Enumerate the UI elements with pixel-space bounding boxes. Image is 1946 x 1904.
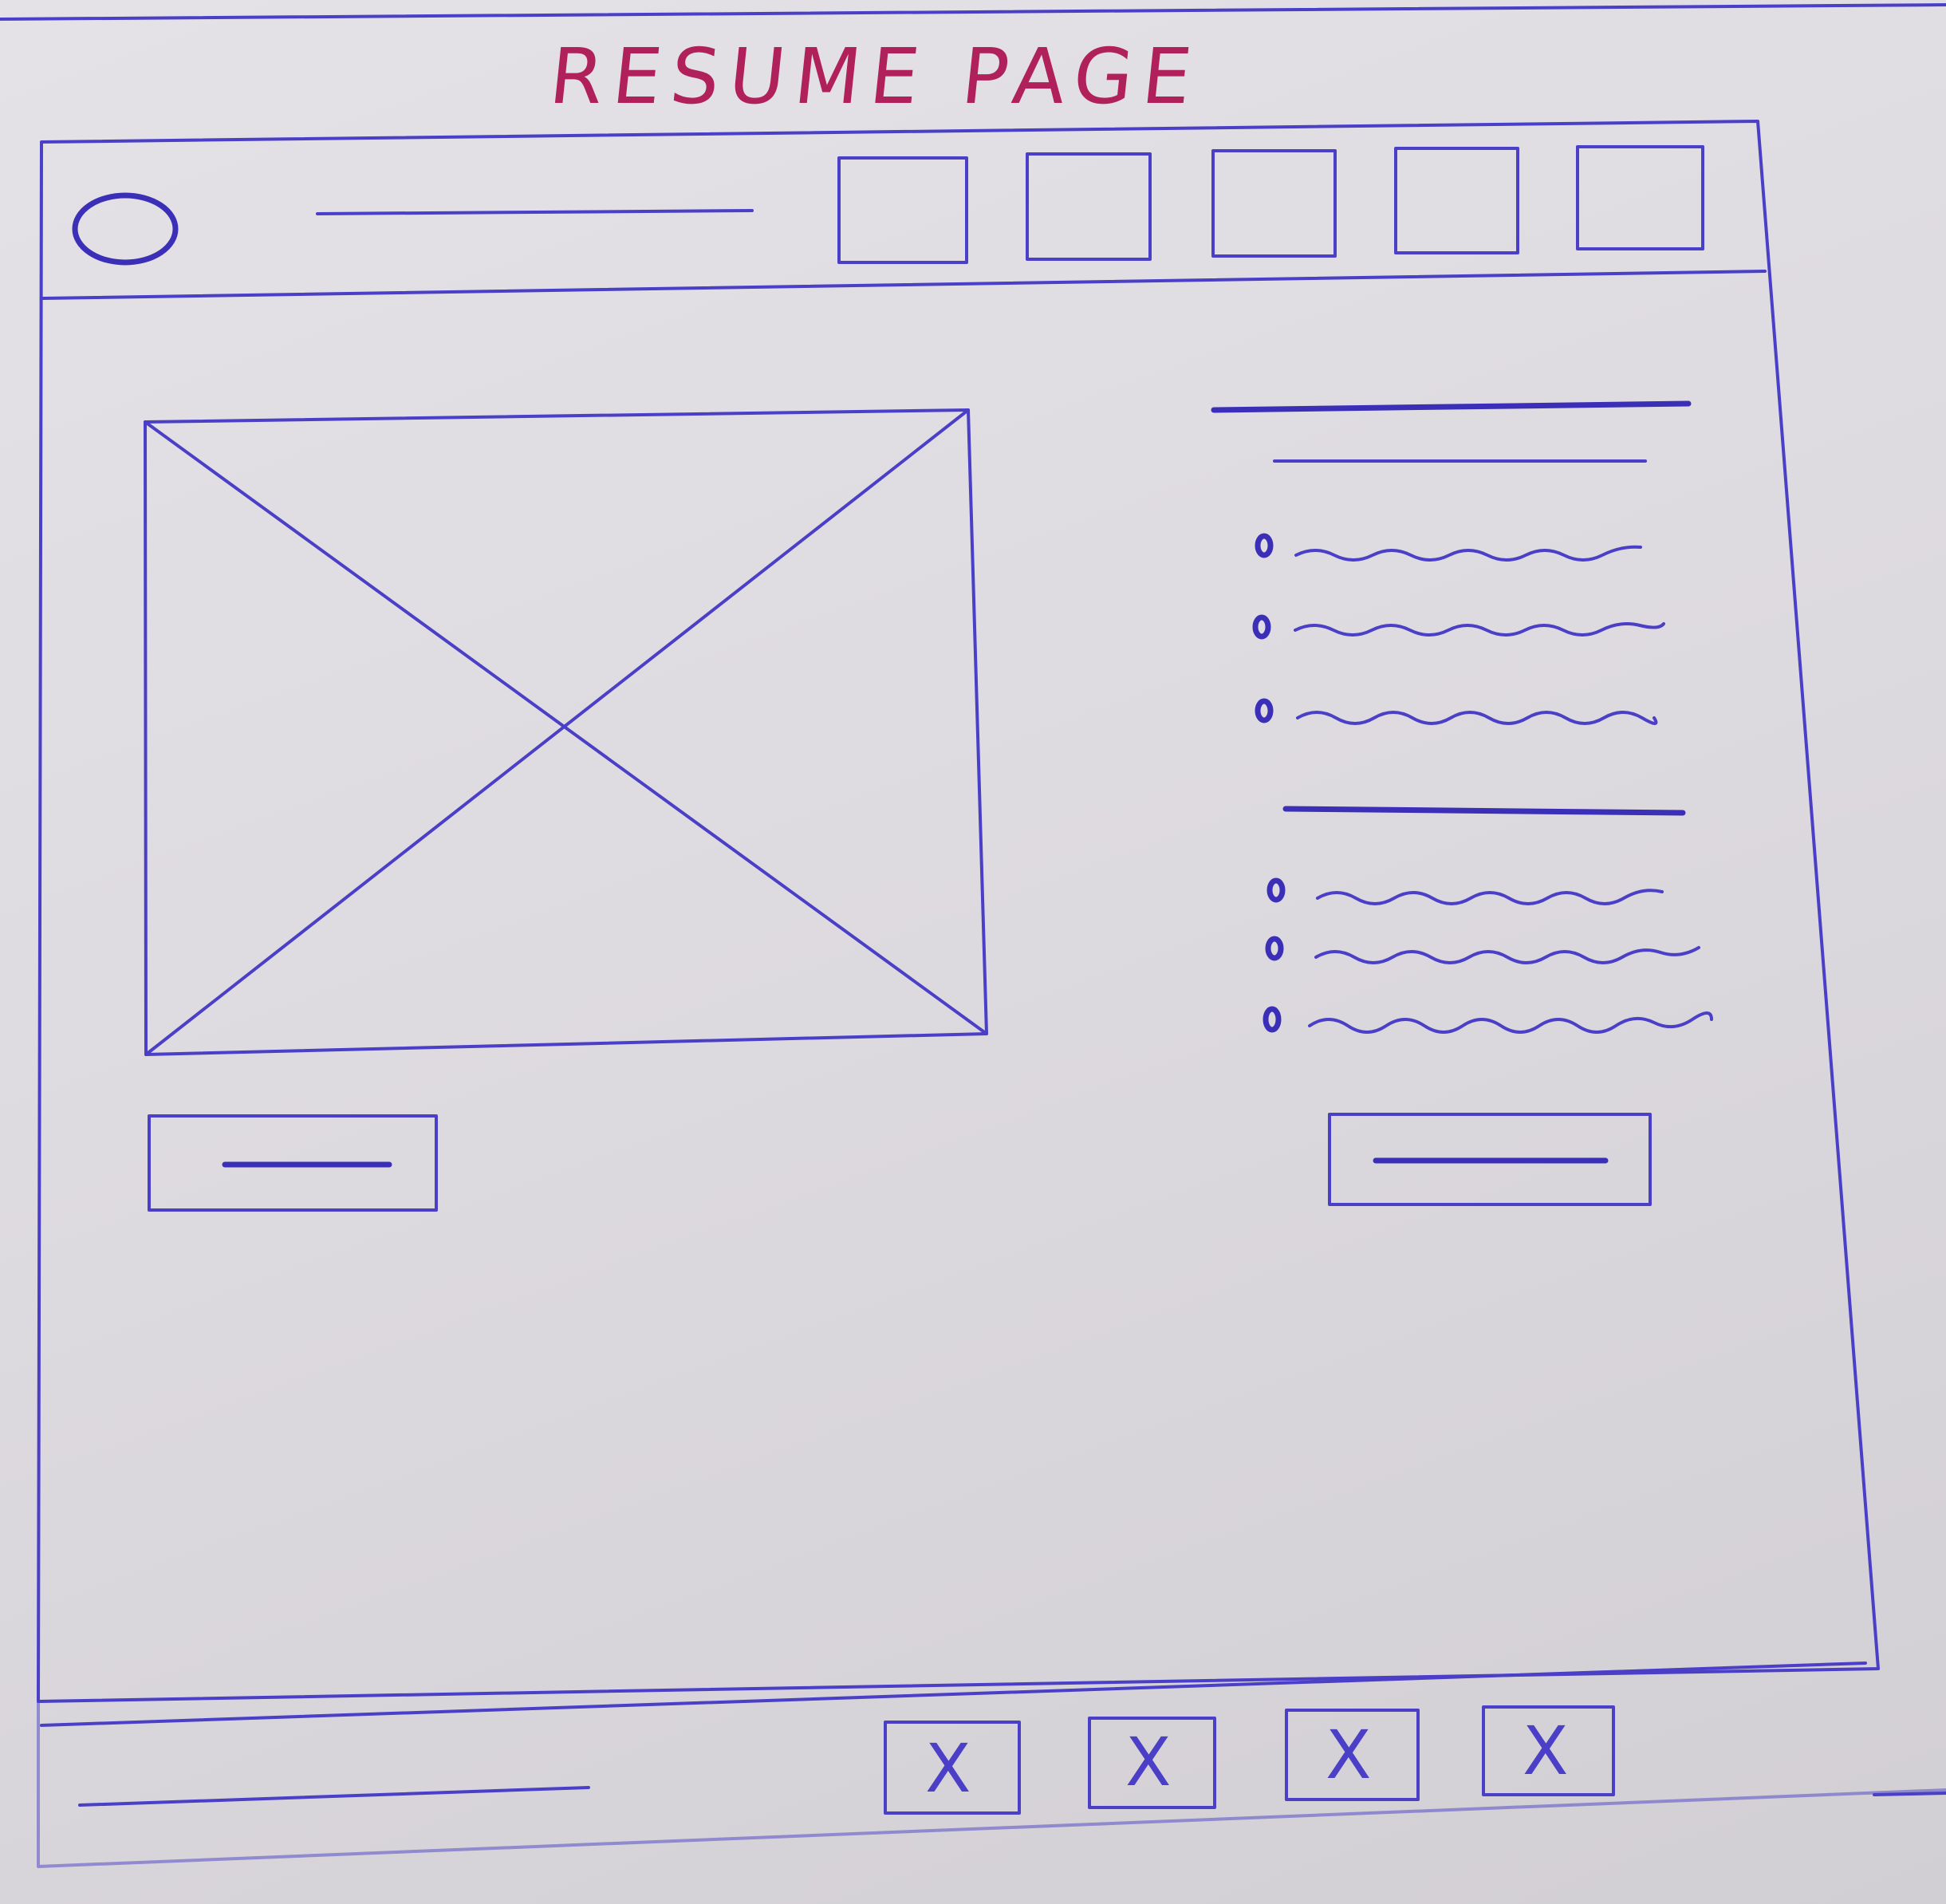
bullet-icon <box>1263 1006 1282 1033</box>
bullet-icon <box>1255 533 1274 558</box>
left-button[interactable] <box>148 1114 438 1212</box>
footer-divider <box>40 1662 1867 1727</box>
nav-item-1[interactable] <box>837 156 968 264</box>
site-name-line <box>316 209 754 215</box>
close-icon: X <box>1125 1723 1172 1801</box>
image-placeholder-icon <box>144 408 988 1056</box>
close-icon: X <box>1326 1716 1372 1794</box>
bullet-icon <box>1266 877 1286 903</box>
logo-circle-icon[interactable] <box>72 192 179 266</box>
list-group-2 <box>1263 877 1713 1034</box>
list-item <box>1265 936 1700 964</box>
nav-item-3[interactable] <box>1211 149 1337 258</box>
close-icon: X <box>1523 1712 1569 1790</box>
list-item <box>1263 1006 1713 1034</box>
bullet-icon <box>1265 936 1284 961</box>
right-heading-line <box>1211 400 1692 413</box>
footer-text-line <box>78 1786 590 1807</box>
sheet-top-line <box>0 3 1946 21</box>
right-section-heading-line <box>1282 806 1686 816</box>
list-item <box>1255 698 1658 725</box>
bullet-icon <box>1255 698 1274 723</box>
nav-item-2[interactable] <box>1026 152 1152 261</box>
nav-item-5[interactable] <box>1576 145 1704 250</box>
list-item <box>1255 533 1642 562</box>
wireframe-drawing: X X X X <box>0 3 1946 1868</box>
header-divider <box>41 270 1767 300</box>
list-item <box>1252 614 1665 640</box>
close-icon: X <box>925 1729 971 1807</box>
list-group-1 <box>1252 533 1665 725</box>
browser-frame <box>37 120 1880 1703</box>
right-button[interactable] <box>1328 1113 1652 1206</box>
list-item <box>1266 877 1664 905</box>
paper-edge <box>37 1700 1946 1868</box>
header-bar <box>41 145 1767 300</box>
nav-item-4[interactable] <box>1394 147 1519 254</box>
bullet-icon <box>1252 614 1271 640</box>
